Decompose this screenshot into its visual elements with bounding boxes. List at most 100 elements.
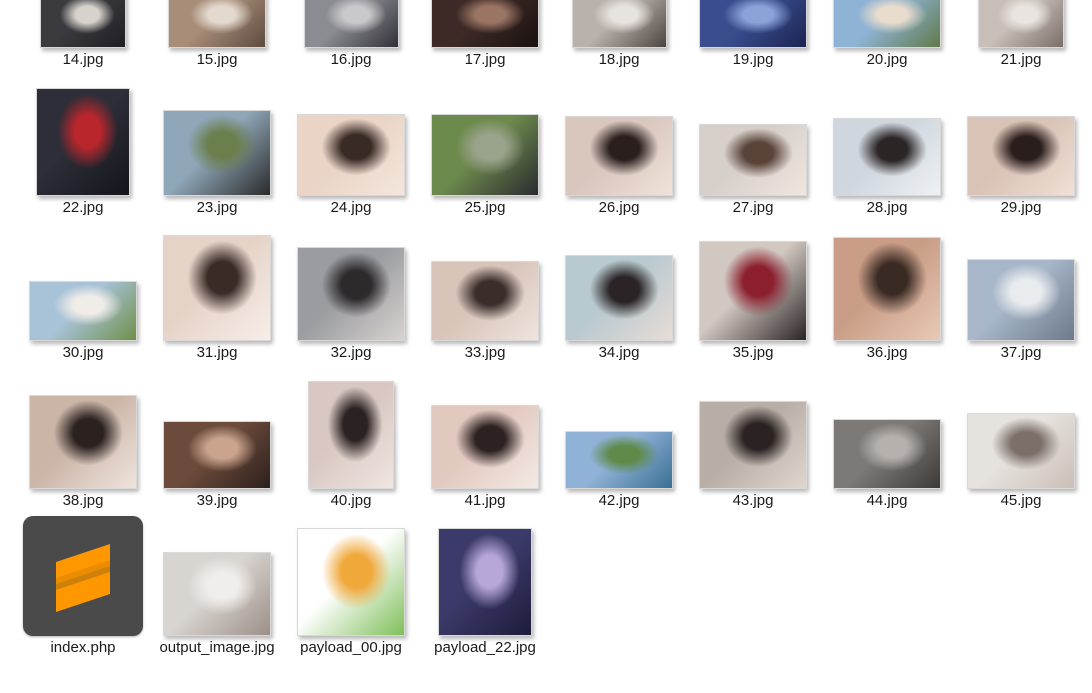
- image-thumbnail: [565, 116, 673, 196]
- image-thumbnail: [699, 241, 807, 341]
- file-item[interactable]: 41.jpg: [418, 379, 552, 525]
- file-item[interactable]: index.php: [16, 516, 150, 672]
- image-thumbnail: [303, 0, 399, 48]
- image-thumbnail: [163, 552, 271, 636]
- file-name-label: 34.jpg: [598, 344, 640, 361]
- thumbnail-area: [552, 86, 686, 196]
- file-name-label: 14.jpg: [62, 51, 104, 68]
- thumbnail-area: [16, 86, 150, 196]
- file-item[interactable]: 22.jpg: [16, 86, 150, 232]
- file-item[interactable]: 30.jpg: [16, 231, 150, 377]
- thumbnail-area: [552, 379, 686, 489]
- file-item[interactable]: 40.jpg: [284, 379, 418, 525]
- file-item[interactable]: 23.jpg: [150, 86, 284, 232]
- image-thumbnail: [967, 116, 1075, 196]
- file-name-label: 30.jpg: [62, 344, 104, 361]
- image-thumbnail: [565, 431, 673, 489]
- file-item[interactable]: 27.jpg: [686, 86, 820, 232]
- file-item[interactable]: 32.jpg: [284, 231, 418, 377]
- image-thumbnail: [297, 114, 405, 196]
- image-thumbnail: [571, 0, 667, 48]
- file-item[interactable]: 20.jpg: [820, 0, 954, 84]
- file-name-label: payload_00.jpg: [300, 639, 402, 656]
- file-item[interactable]: 38.jpg: [16, 379, 150, 525]
- file-item[interactable]: 19.jpg: [686, 0, 820, 84]
- image-thumbnail: [297, 247, 405, 341]
- file-item[interactable]: 14.jpg: [16, 0, 150, 84]
- file-item[interactable]: 43.jpg: [686, 379, 820, 525]
- file-item[interactable]: 15.jpg: [150, 0, 284, 84]
- image-thumbnail: [40, 0, 126, 48]
- image-thumbnail: [297, 528, 405, 636]
- thumbnail-area: [820, 86, 954, 196]
- file-item[interactable]: 35.jpg: [686, 231, 820, 377]
- file-name-label: 36.jpg: [866, 344, 908, 361]
- file-item[interactable]: 28.jpg: [820, 86, 954, 232]
- file-name-label: index.php: [50, 639, 116, 656]
- file-name-label: output_image.jpg: [159, 639, 275, 656]
- file-name-label: 22.jpg: [62, 199, 104, 216]
- file-name-label: 35.jpg: [732, 344, 774, 361]
- thumbnail-area: [418, 86, 552, 196]
- file-name-label: 27.jpg: [732, 199, 774, 216]
- file-item[interactable]: output_image.jpg: [150, 526, 284, 672]
- image-thumbnail: [36, 88, 130, 196]
- file-item[interactable]: 31.jpg: [150, 231, 284, 377]
- image-thumbnail: [967, 259, 1075, 341]
- file-name-label: 37.jpg: [1000, 344, 1042, 361]
- file-name-label: 43.jpg: [732, 492, 774, 509]
- file-item[interactable]: 44.jpg: [820, 379, 954, 525]
- file-item[interactable]: 36.jpg: [820, 231, 954, 377]
- thumbnail-area: [418, 526, 552, 636]
- file-item[interactable]: payload_00.jpg: [284, 526, 418, 672]
- file-item[interactable]: 29.jpg: [954, 86, 1088, 232]
- file-item[interactable]: 16.jpg: [284, 0, 418, 84]
- file-name-label: payload_22.jpg: [434, 639, 536, 656]
- file-item[interactable]: 18.jpg: [552, 0, 686, 84]
- file-item[interactable]: 26.jpg: [552, 86, 686, 232]
- file-item[interactable]: 39.jpg: [150, 379, 284, 525]
- file-item[interactable]: 33.jpg: [418, 231, 552, 377]
- image-thumbnail: [699, 0, 807, 48]
- file-item[interactable]: 24.jpg: [284, 86, 418, 232]
- file-name-label: 21.jpg: [1000, 51, 1042, 68]
- image-thumbnail: [833, 419, 941, 489]
- file-name-label: 24.jpg: [330, 199, 372, 216]
- image-thumbnail: [833, 0, 941, 48]
- thumbnail-area: [150, 231, 284, 341]
- thumbnail-area: [150, 0, 284, 48]
- file-item[interactable]: 21.jpg: [954, 0, 1088, 84]
- thumbnail-area: [686, 231, 820, 341]
- file-item[interactable]: 37.jpg: [954, 231, 1088, 377]
- file-item[interactable]: 42.jpg: [552, 379, 686, 525]
- image-thumbnail: [967, 413, 1075, 489]
- file-name-label: 20.jpg: [866, 51, 908, 68]
- image-thumbnail: [308, 381, 394, 489]
- image-thumbnail: [833, 237, 941, 341]
- file-item[interactable]: 45.jpg: [954, 379, 1088, 525]
- image-thumbnail: [163, 110, 271, 196]
- image-thumbnail: [431, 405, 539, 489]
- thumbnail-area: [418, 0, 552, 48]
- file-item[interactable]: 25.jpg: [418, 86, 552, 232]
- thumbnail-area: [552, 0, 686, 48]
- image-thumbnail: [833, 118, 941, 196]
- file-name-label: 23.jpg: [196, 199, 238, 216]
- image-thumbnail: [565, 255, 673, 341]
- file-name-label: 33.jpg: [464, 344, 506, 361]
- file-grid: 14.jpg 15.jpg 16.jpg 17.jpg 18.jpg 19.jpg 20.j…: [0, 0, 1092, 693]
- file-name-label: 29.jpg: [1000, 199, 1042, 216]
- file-item[interactable]: payload_22.jpg: [418, 526, 552, 672]
- thumbnail-area: [150, 379, 284, 489]
- thumbnail-area: [686, 86, 820, 196]
- thumbnail-area: [284, 231, 418, 341]
- image-thumbnail: [699, 401, 807, 489]
- image-thumbnail: [699, 124, 807, 196]
- thumbnail-area: [954, 0, 1088, 48]
- image-thumbnail: [431, 114, 539, 196]
- file-item[interactable]: 34.jpg: [552, 231, 686, 377]
- thumbnail-area: [820, 0, 954, 48]
- thumbnail-area: [284, 379, 418, 489]
- thumbnail-area: [552, 231, 686, 341]
- file-item[interactable]: 17.jpg: [418, 0, 552, 84]
